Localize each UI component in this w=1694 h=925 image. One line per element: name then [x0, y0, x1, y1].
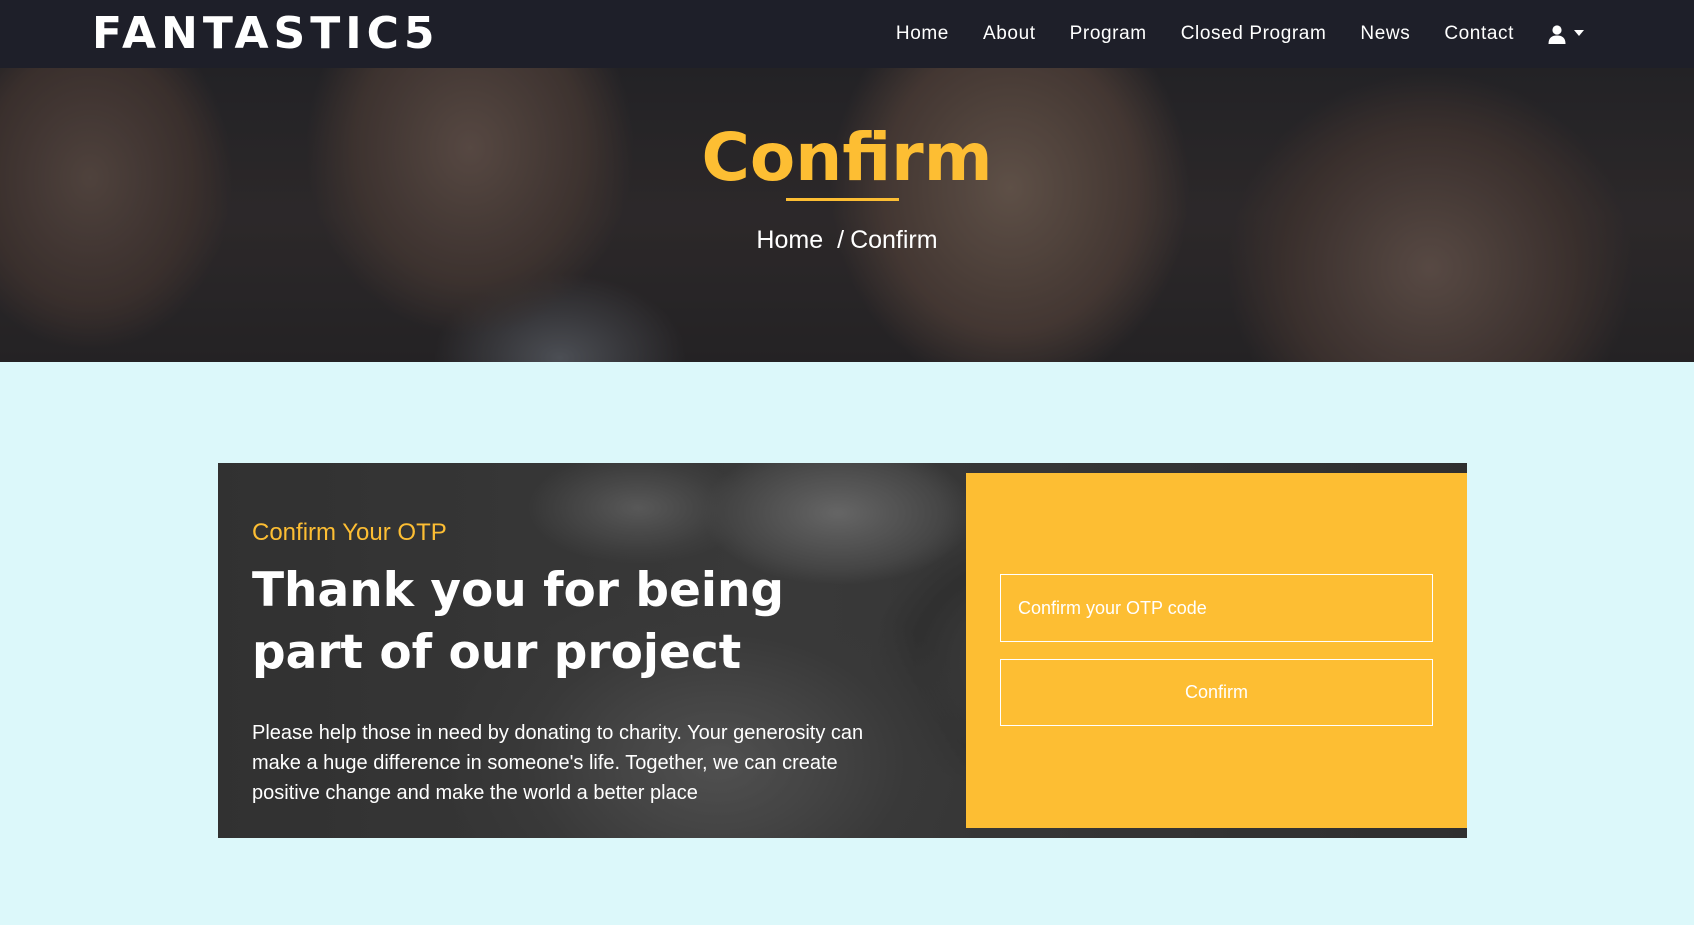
nav-link-news[interactable]: News — [1360, 23, 1410, 45]
nav-link-closed-program[interactable]: Closed Program — [1181, 23, 1327, 45]
nav-links: Home About Program Closed Program News C… — [862, 0, 1584, 68]
nav-link-about[interactable]: About — [983, 23, 1036, 45]
brand-logo[interactable]: FANTASTIC5 — [92, 8, 440, 60]
navbar: FANTASTIC5 Home About Program Closed Pro… — [0, 0, 1694, 68]
title-underline — [786, 198, 899, 201]
otp-input[interactable] — [1000, 574, 1433, 642]
hero-overlay — [0, 68, 1694, 362]
breadcrumb-separator: / — [837, 226, 845, 254]
otp-form: Confirm — [966, 473, 1467, 828]
card-text-block: Confirm Your OTP Thank you for being par… — [252, 518, 912, 808]
nav-link-home[interactable]: Home — [896, 23, 949, 45]
breadcrumb-current: Confirm — [850, 226, 938, 254]
hero-banner: Confirm Home / Confirm — [0, 68, 1694, 362]
card-kicker: Confirm Your OTP — [252, 519, 447, 546]
breadcrumb-home[interactable]: Home — [756, 226, 823, 254]
confirm-button[interactable]: Confirm — [1000, 659, 1433, 726]
nav-link-program[interactable]: Program — [1070, 23, 1147, 45]
user-menu-toggle[interactable] — [1548, 24, 1584, 44]
breadcrumb: Home / Confirm — [0, 224, 1694, 256]
caret-down-icon — [1574, 30, 1584, 36]
card-body-text: Please help those in need by donating to… — [252, 722, 864, 804]
nav-link-contact[interactable]: Contact — [1444, 23, 1514, 45]
user-icon — [1548, 24, 1566, 44]
page-title: Confirm — [701, 119, 993, 196]
card-headline: Thank you for being part of our project — [252, 563, 785, 680]
otp-card: Confirm Your OTP Thank you for being par… — [218, 463, 1467, 838]
